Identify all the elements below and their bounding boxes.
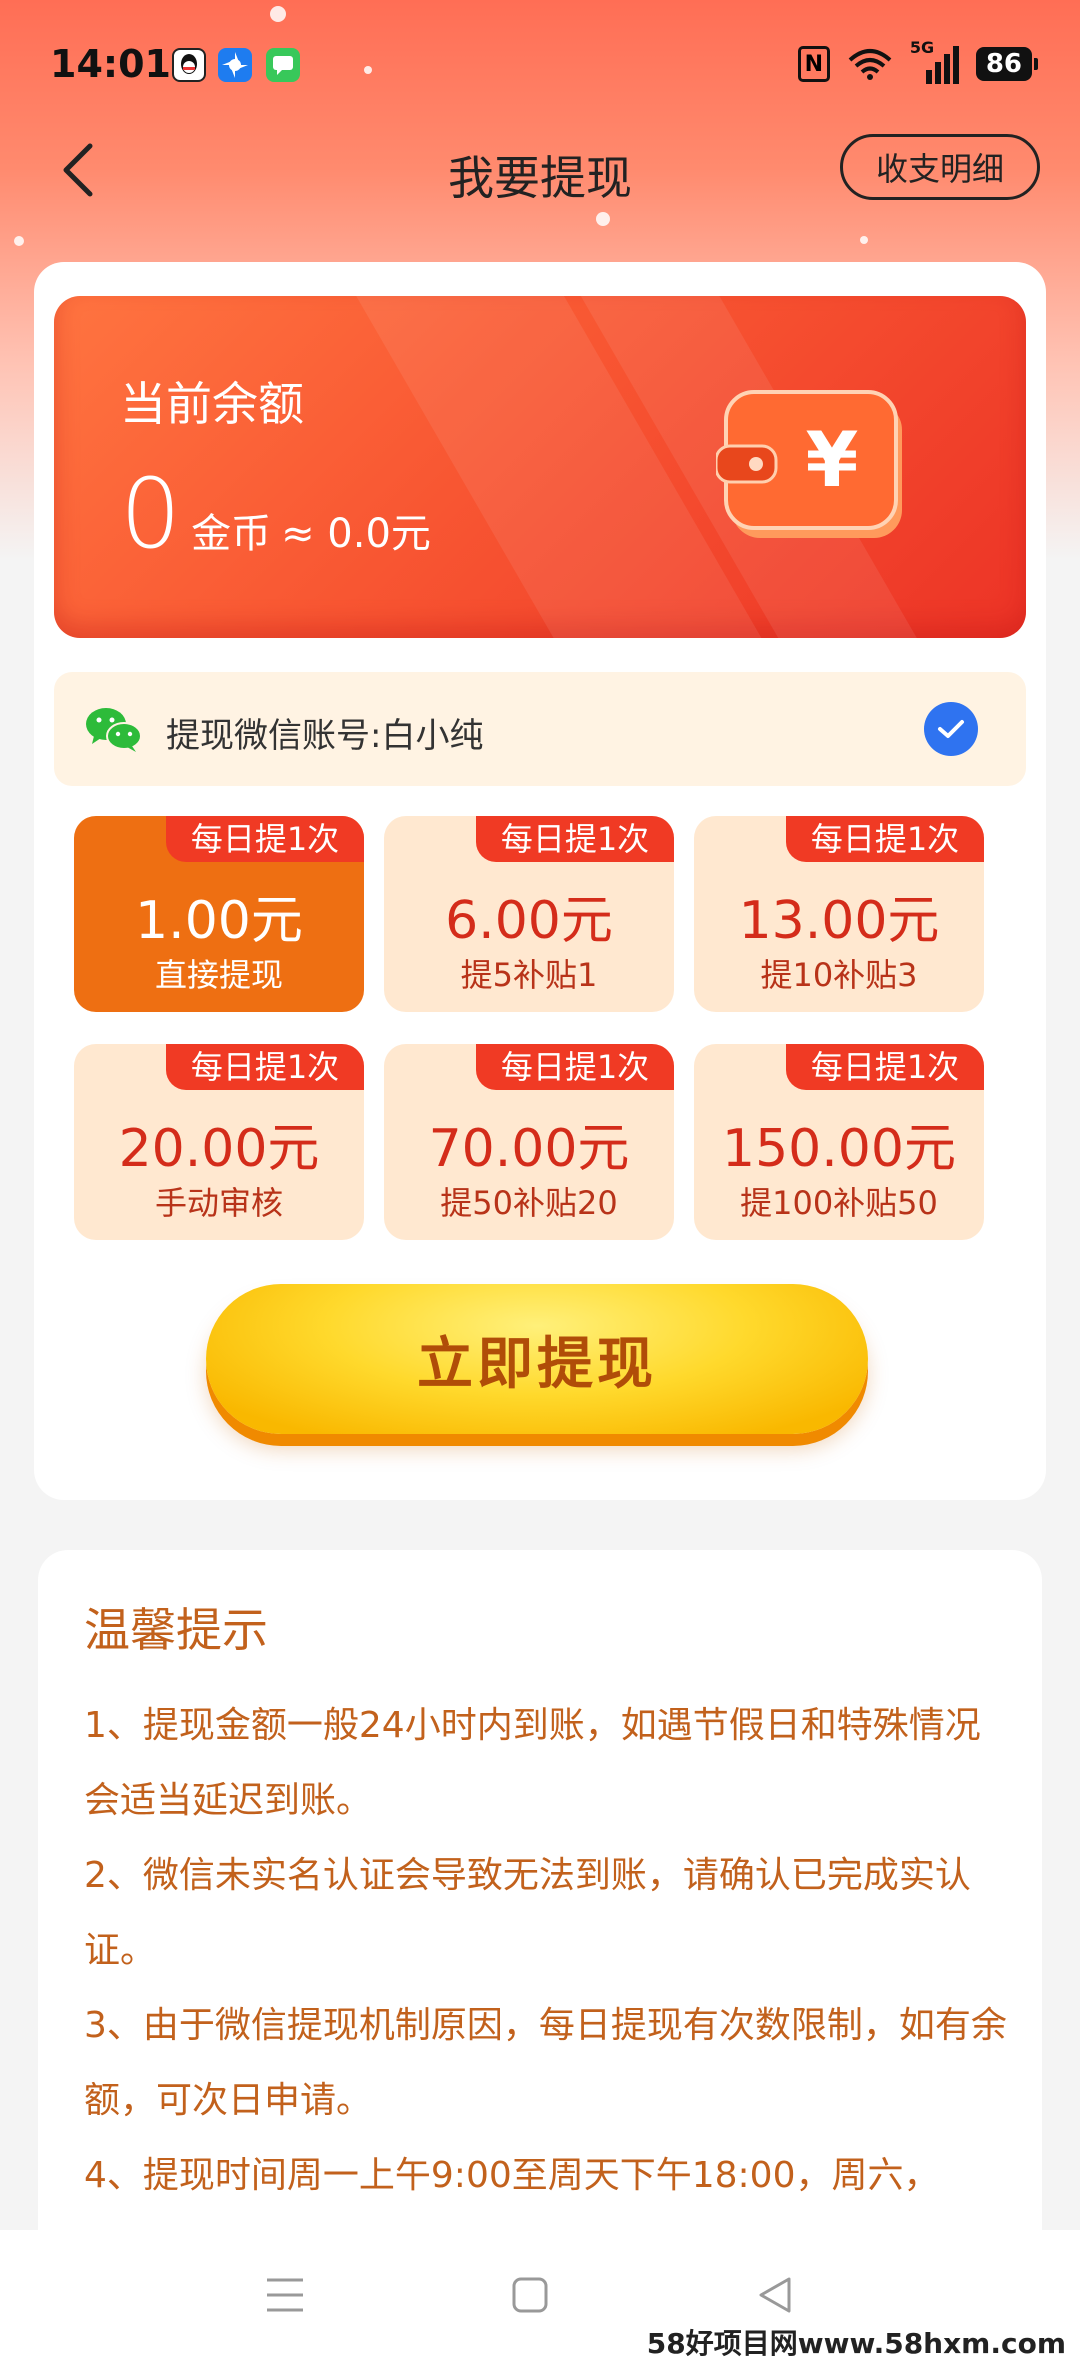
wifi-icon	[848, 49, 892, 80]
withdraw-now-button[interactable]: 立即提现	[206, 1284, 868, 1434]
tips-card: 温馨提示 1、提现金额一般24小时内到账，如遇节假日和特殊情况会适当延迟到账。 …	[38, 1550, 1042, 2310]
tip-item: 3、由于微信提现机制原因，每日提现有次数限制，如有余额，可次日申请。	[84, 2005, 1007, 2121]
qq-icon	[172, 48, 206, 82]
income-expense-detail-button[interactable]: 收支明细	[840, 134, 1040, 200]
option-subtitle: 提50补贴20	[440, 1184, 618, 1222]
tip-item: 2、微信未实名认证会导致无法到账，请确认已完成实认证。	[84, 1855, 971, 1971]
option-badge: 每日提1次	[786, 1044, 984, 1090]
balance-amount: 0	[120, 458, 182, 570]
status-time: 14:01	[50, 42, 171, 86]
signal-icon: 5G	[910, 38, 960, 84]
wallet-icon: ¥	[716, 390, 902, 538]
wechat-account-label: 提现微信账号:白小纯	[166, 716, 484, 756]
app-pinwheel-icon	[218, 48, 252, 82]
status-right-icons: N 5G 86	[797, 38, 1039, 84]
option-badge: 每日提1次	[786, 816, 984, 862]
option-amount: 20.00元	[118, 1119, 320, 1179]
option-amount: 150.00元	[722, 1119, 956, 1179]
app-header: 我要提现 收支明细	[0, 120, 1080, 220]
option-subtitle: 提10补贴3	[760, 956, 918, 994]
system-nav-bar: 58好项目网www.58hxm.com	[0, 2230, 1080, 2362]
amount-option[interactable]: 每日提1次 150.00元 提100补贴50	[694, 1044, 984, 1240]
withdraw-now-label: 立即提现	[417, 1331, 657, 1397]
wechat-account-row[interactable]: 提现微信账号:白小纯	[54, 672, 1026, 786]
amount-option[interactable]: 每日提1次 20.00元 手动审核	[74, 1044, 364, 1240]
option-subtitle: 提5补贴1	[460, 956, 598, 994]
status-bar: 14:01 N 5G 86	[0, 0, 1080, 130]
amount-option[interactable]: 每日提1次 13.00元 提10补贴3	[694, 816, 984, 1012]
check-icon[interactable]	[924, 702, 978, 756]
tip-item: 4、提现时间周一上午9:00至周天下午18:00，周六，	[84, 2155, 940, 2196]
balance-card: 当前余额 0 金币 ≈ 0.0元 ¥	[54, 296, 1026, 638]
menu-icon[interactable]	[260, 2270, 310, 2320]
option-amount: 6.00元	[445, 891, 613, 951]
svg-text:¥: ¥	[806, 415, 859, 504]
option-badge: 每日提1次	[166, 816, 364, 862]
balance-label: 当前余额	[120, 377, 304, 431]
withdraw-card: 当前余额 0 金币 ≈ 0.0元 ¥ 提现微信账号:白小纯 每日提1次 1.00…	[34, 262, 1046, 1500]
wechat-icon	[86, 708, 142, 752]
balance-value: 0 金币 ≈ 0.0元	[120, 466, 431, 562]
option-amount: 70.00元	[428, 1119, 630, 1179]
balance-approx: ≈ 0.0元	[281, 511, 431, 557]
option-badge: 每日提1次	[476, 1044, 674, 1090]
option-amount: 1.00元	[135, 891, 303, 951]
balance-unit: 金币	[191, 511, 272, 557]
amount-option[interactable]: 每日提1次 6.00元 提5补贴1	[384, 816, 674, 1012]
option-subtitle: 手动审核	[154, 1184, 283, 1222]
messages-icon	[266, 48, 300, 82]
network-type: 5G	[909, 38, 935, 57]
battery-indicator: 86	[975, 47, 1039, 81]
tips-list: 1、提现金额一般24小时内到账，如遇节假日和特殊情况会适当延迟到账。 2、微信未…	[84, 1688, 1014, 2213]
home-icon[interactable]	[505, 2270, 555, 2320]
tips-title: 温馨提示	[84, 1603, 268, 1657]
option-badge: 每日提1次	[476, 816, 674, 862]
watermark: 58好项目网www.58hxm.com	[640, 2322, 1072, 2362]
tip-item: 1、提现金额一般24小时内到账，如遇节假日和特殊情况会适当延迟到账。	[84, 1705, 981, 1821]
amount-option[interactable]: 每日提1次 70.00元 提50补贴20	[384, 1044, 674, 1240]
option-subtitle: 直接提现	[154, 956, 283, 994]
option-badge: 每日提1次	[166, 1044, 364, 1090]
back-nav-icon[interactable]	[750, 2270, 800, 2320]
amount-option[interactable]: 每日提1次 1.00元 直接提现	[74, 816, 364, 1012]
option-amount: 13.00元	[738, 891, 940, 951]
option-subtitle: 提100补贴50	[740, 1184, 938, 1222]
nfc-icon: N	[797, 46, 830, 82]
